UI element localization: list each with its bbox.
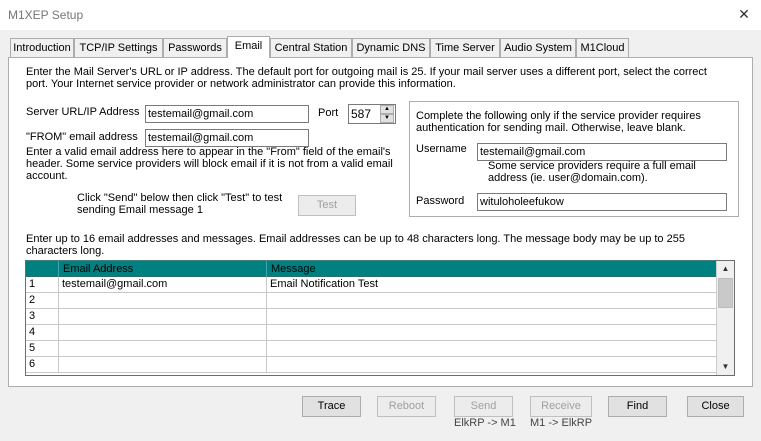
tab-passwords[interactable]: Passwords xyxy=(163,38,227,57)
grid-scrollbar[interactable]: ▲ ▼ xyxy=(716,261,734,375)
port-spin-up-icon[interactable]: ▲ xyxy=(380,105,394,114)
setup-window: M1XEP Setup ✕ Introduction TCP/IP Settin… xyxy=(0,0,761,441)
trace-button[interactable]: Trace xyxy=(302,396,361,417)
messages-info-line1: Enter up to 16 email addresses and messa… xyxy=(26,233,685,245)
scroll-up-icon[interactable]: ▲ xyxy=(717,261,734,277)
send-button[interactable]: Send xyxy=(454,396,513,417)
test-button[interactable]: Test xyxy=(298,195,356,216)
port-label: Port xyxy=(318,107,339,119)
row-message-cell[interactable] xyxy=(266,309,717,325)
row-message-cell[interactable] xyxy=(266,357,717,373)
table-row[interactable]: 4 xyxy=(26,325,717,341)
table-row[interactable]: 3 xyxy=(26,309,717,325)
server-label: Server URL/IP Address xyxy=(26,106,140,118)
send-caption: ElkRP -> M1 xyxy=(454,417,516,429)
find-button[interactable]: Find xyxy=(608,396,667,417)
table-row[interactable]: 2 xyxy=(26,293,717,309)
grid-header: Email Address Message xyxy=(26,261,717,277)
row-number: 5 xyxy=(29,342,36,354)
password-input[interactable]: wituloholeefukow xyxy=(477,193,727,211)
from-help-line2: header. Some service providers will bloc… xyxy=(26,158,393,170)
row-number: 2 xyxy=(29,294,36,306)
receive-button[interactable]: Receive xyxy=(530,396,592,417)
window-title: M1XEP Setup xyxy=(8,8,84,22)
tab-central-station[interactable]: Central Station xyxy=(270,38,352,57)
row-message-cell[interactable]: Email Notification Test xyxy=(266,277,717,293)
close-icon[interactable]: ✕ xyxy=(733,3,755,25)
server-url-input[interactable]: testemail@gmail.com xyxy=(145,105,309,123)
tab-introduction[interactable]: Introduction xyxy=(10,38,74,57)
table-row[interactable]: 1 testemail@gmail.com Email Notification… xyxy=(26,277,717,293)
row-email-cell[interactable]: testemail@gmail.com xyxy=(58,277,266,293)
tab-time-server[interactable]: Time Server xyxy=(430,38,500,57)
reboot-button[interactable]: Reboot xyxy=(377,396,436,417)
from-help-line1: Enter a valid email address here to appe… xyxy=(26,146,391,158)
tab-tcpip-settings[interactable]: TCP/IP Settings xyxy=(74,38,163,57)
row-email-cell[interactable] xyxy=(58,341,266,357)
table-row[interactable]: 5 xyxy=(26,341,717,357)
receive-caption: M1 -> ElkRP xyxy=(530,417,593,429)
close-button[interactable]: Close xyxy=(687,396,744,417)
username-help-line1: Some service providers require a full em… xyxy=(488,160,696,172)
table-row[interactable]: 6 xyxy=(26,357,717,373)
column-header-message[interactable]: Message xyxy=(266,261,717,277)
row-message-cell[interactable] xyxy=(266,341,717,357)
tab-dynamic-dns[interactable]: Dynamic DNS xyxy=(352,38,430,57)
from-email-input[interactable]: testemail@gmail.com xyxy=(145,129,309,147)
auth-text-line2: authentication for sending mail. Otherwi… xyxy=(416,122,686,134)
intro-text-line1: Enter the Mail Server's URL or IP addres… xyxy=(26,66,707,78)
row-number: 1 xyxy=(29,278,36,290)
column-header-email[interactable]: Email Address xyxy=(58,261,266,277)
title-bar: M1XEP Setup ✕ xyxy=(0,0,761,30)
from-label: "FROM" email address xyxy=(26,131,138,143)
test-hint-line1: Click "Send" below then click "Test" to … xyxy=(77,192,283,204)
row-email-cell[interactable] xyxy=(58,357,266,373)
test-hint-line2: sending Email message 1 xyxy=(77,204,203,216)
email-messages-grid[interactable]: Email Address Message 1 testemail@gmail.… xyxy=(25,260,735,376)
tab-audio-system[interactable]: Audio System xyxy=(500,38,576,57)
auth-text-line1: Complete the following only if the servi… xyxy=(416,110,701,122)
tab-email[interactable]: Email xyxy=(227,36,270,58)
row-number: 6 xyxy=(29,358,36,370)
username-input[interactable]: testemail@gmail.com xyxy=(477,143,727,161)
from-help-line3: account. xyxy=(26,170,68,182)
row-message-cell[interactable] xyxy=(266,325,717,341)
row-number: 3 xyxy=(29,310,36,322)
row-number: 4 xyxy=(29,326,36,338)
scroll-thumb[interactable] xyxy=(718,278,733,308)
port-spin-down-icon[interactable]: ▼ xyxy=(380,114,394,123)
password-label: Password xyxy=(416,195,465,207)
scroll-down-icon[interactable]: ▼ xyxy=(717,359,734,375)
row-email-cell[interactable] xyxy=(58,325,266,341)
row-email-cell[interactable] xyxy=(58,309,266,325)
row-message-cell[interactable] xyxy=(266,293,717,309)
grid-header-num xyxy=(26,261,58,277)
tab-m1cloud[interactable]: M1Cloud xyxy=(576,38,629,57)
row-email-cell[interactable] xyxy=(58,293,266,309)
messages-info-line2: characters long. xyxy=(26,245,105,257)
username-label: Username xyxy=(416,143,467,155)
intro-text-line2: port. Your Internet service provider or … xyxy=(26,78,456,90)
username-help-line2: address (ie. user@domain.com). xyxy=(488,172,648,184)
